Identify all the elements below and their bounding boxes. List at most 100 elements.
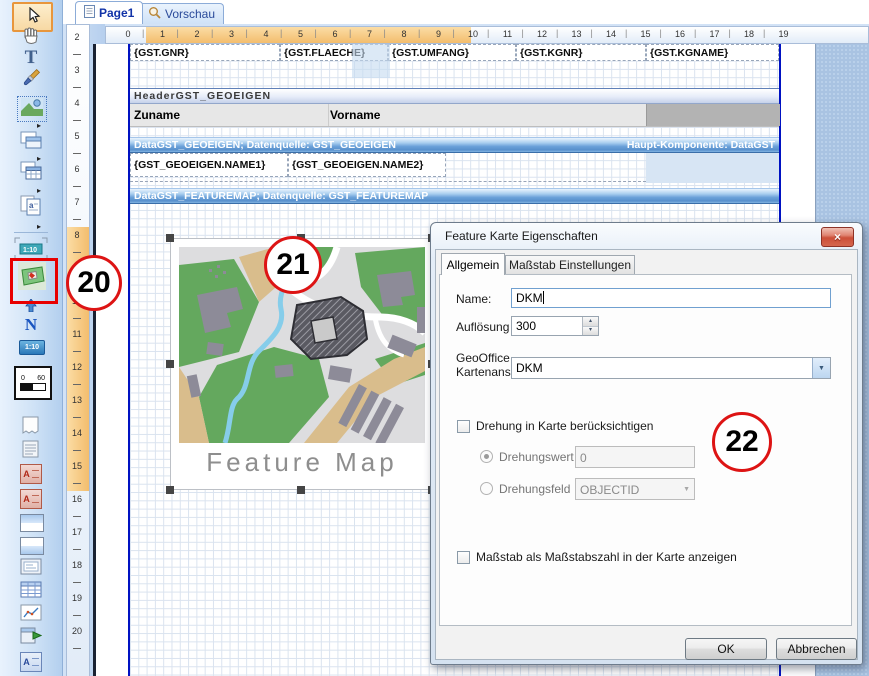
notes-component-button[interactable]	[20, 441, 40, 461]
gradient-top-component-button[interactable]	[20, 514, 44, 532]
v-ruler-tick	[73, 252, 81, 253]
mapview-combobox[interactable]: DKM ▼	[511, 357, 831, 379]
h-ruler-number: 13	[569, 29, 585, 39]
ok-button[interactable]: OK	[685, 638, 767, 660]
toolbar-separator	[14, 232, 48, 233]
band-data-gst-geoeigen[interactable]: DataGST_GEOEIGEN; Datenquelle: GST_GEOEI…	[130, 137, 779, 153]
v-ruler-tick	[73, 549, 81, 550]
field-gst-umfang[interactable]: {GST.UMFANG}	[388, 44, 516, 61]
rotation-value-radio[interactable]	[480, 450, 493, 463]
label-component-button[interactable]: A	[20, 652, 42, 672]
textblock-icon: a	[20, 195, 42, 221]
pan-tool-button[interactable]	[18, 27, 44, 49]
band-component-button[interactable]	[18, 132, 44, 152]
dpi-spinner: ▴ ▾	[582, 317, 598, 335]
frame-component-button[interactable]	[20, 560, 42, 577]
chart-component-button[interactable]	[20, 606, 42, 623]
scale-number-checkbox[interactable]	[457, 551, 470, 564]
v-ruler-tick	[73, 516, 81, 517]
rotation-value-input[interactable]: 0	[575, 446, 695, 468]
rotation-field-radio[interactable]	[480, 482, 493, 495]
v-ruler-number: 8	[67, 229, 87, 241]
name-row-bottom-guide	[130, 181, 646, 182]
v-ruler-tick	[73, 54, 81, 55]
page-tab-icon	[84, 5, 95, 21]
chevron-down-icon: ▼	[683, 486, 690, 493]
rich-label-component-button-1[interactable]: A	[20, 464, 42, 484]
h-ruler-tick: |	[453, 28, 455, 38]
field-geoeigen-name1[interactable]: {GST_GEOEIGEN.NAME1}	[130, 153, 288, 177]
selection-handle[interactable]	[297, 486, 305, 494]
v-ruler-number: 14	[67, 427, 87, 439]
page-component-button[interactable]	[20, 418, 40, 438]
name-row-highlight-cell	[646, 153, 779, 183]
dialog-title: Feature Karte Eigenschaften	[445, 229, 598, 243]
label-a-icon: A	[23, 494, 30, 504]
scale-number-component-button[interactable]: 1:10	[19, 340, 45, 355]
spin-up-button[interactable]: ▴	[583, 317, 598, 327]
h-ruler-number: 11	[500, 29, 516, 39]
cancel-button[interactable]: Abbrechen	[776, 638, 857, 660]
v-ruler-number: 16	[67, 493, 87, 505]
brush-icon	[20, 67, 42, 94]
h-ruler-tick: |	[660, 28, 662, 38]
field-gst-gnr[interactable]: {GST.GNR}	[130, 44, 280, 61]
h-ruler-tick: |	[625, 28, 627, 38]
name-field-label: Name:	[456, 292, 491, 306]
tab-vorschau[interactable]: Vorschau	[139, 3, 224, 24]
subreport-component-button[interactable]	[20, 629, 42, 646]
format-brush-button[interactable]	[18, 69, 44, 91]
radio-dot	[484, 454, 489, 459]
tab-page1[interactable]: Page1	[75, 1, 143, 24]
h-ruler-tick: |	[315, 28, 317, 38]
cancel-button-label: Abbrechen	[787, 642, 845, 656]
dialog-close-button[interactable]: ×	[821, 227, 854, 247]
table-component-button[interactable]	[18, 162, 44, 184]
textblock-component-button[interactable]: a	[18, 196, 44, 220]
table-more-arrow-icon[interactable]: ▸	[37, 187, 41, 195]
text-tool-button[interactable]: T	[18, 48, 44, 68]
selection-handle[interactable]	[166, 360, 174, 368]
picture-component-button[interactable]	[17, 96, 47, 122]
h-ruler-tick: |	[694, 28, 696, 38]
feature-map-properties-dialog: Feature Karte Eigenschaften × Allgemein …	[430, 222, 863, 665]
spin-up-icon: ▴	[589, 318, 592, 324]
field-gst-kgnr[interactable]: {GST.KGNR}	[516, 44, 646, 61]
report-designer-window: T ▸ ▸ ▸ a ▸ 1:10	[0, 0, 869, 676]
picture-more-arrow-icon[interactable]: ▸	[37, 122, 41, 130]
rotation-checkbox[interactable]	[457, 420, 470, 433]
grid-component-button[interactable]	[20, 583, 42, 600]
v-ruler-number: 2	[67, 31, 87, 43]
mapview-dropdown-button[interactable]: ▼	[812, 358, 830, 378]
field-gst-kgname[interactable]: {GST.KGNAME}	[646, 44, 779, 61]
scale-bar-icon	[20, 383, 46, 391]
dialog-tab-massstab[interactable]: Maßstab Einstellungen	[505, 255, 635, 275]
column-header-row[interactable]: Zuname Vorname	[130, 104, 779, 127]
close-icon: ×	[834, 231, 841, 243]
component-toolbar: T ▸ ▸ ▸ a ▸ 1:10	[0, 0, 63, 676]
scale-bar-right-label: 60	[37, 375, 45, 382]
dpi-spinbox[interactable]: 300 ▴ ▾	[511, 316, 599, 336]
name-input[interactable]: DKM	[511, 288, 831, 308]
h-ruler-number: 0	[120, 29, 136, 39]
rotation-field-combobox[interactable]: OBJECTID ▼	[575, 478, 695, 500]
v-ruler-tick	[73, 450, 81, 451]
north-arrow-component-button[interactable]: N	[18, 300, 44, 332]
selection-handle[interactable]	[166, 486, 174, 494]
rich-label-component-button-2[interactable]: A	[20, 489, 42, 509]
band-data-gst-featuremap[interactable]: DataGST_FEATUREMAP; Datenquelle: GST_FEA…	[130, 188, 779, 204]
v-ruler-tick	[73, 615, 81, 616]
dialog-tab-allgemein[interactable]: Allgemein	[441, 253, 505, 275]
spin-down-button[interactable]: ▾	[583, 327, 598, 335]
column-zuname: Zuname	[134, 108, 180, 122]
gradient-bottom-component-button[interactable]	[20, 537, 44, 555]
field-geoeigen-name2[interactable]: {GST_GEOEIGEN.NAME2}	[288, 153, 446, 177]
v-ruler-tick	[73, 648, 81, 649]
band-header-gst-geoeigen[interactable]: HeaderGST_GEOEIGEN	[130, 88, 779, 104]
selection-handle[interactable]	[166, 234, 174, 242]
textblock-more-arrow-icon[interactable]: ▸	[37, 223, 41, 231]
picture-icon	[21, 98, 43, 121]
v-ruler-tick	[73, 582, 81, 583]
scale-bar-component-button[interactable]: 060	[14, 366, 52, 400]
h-ruler-number: 9	[431, 29, 447, 39]
